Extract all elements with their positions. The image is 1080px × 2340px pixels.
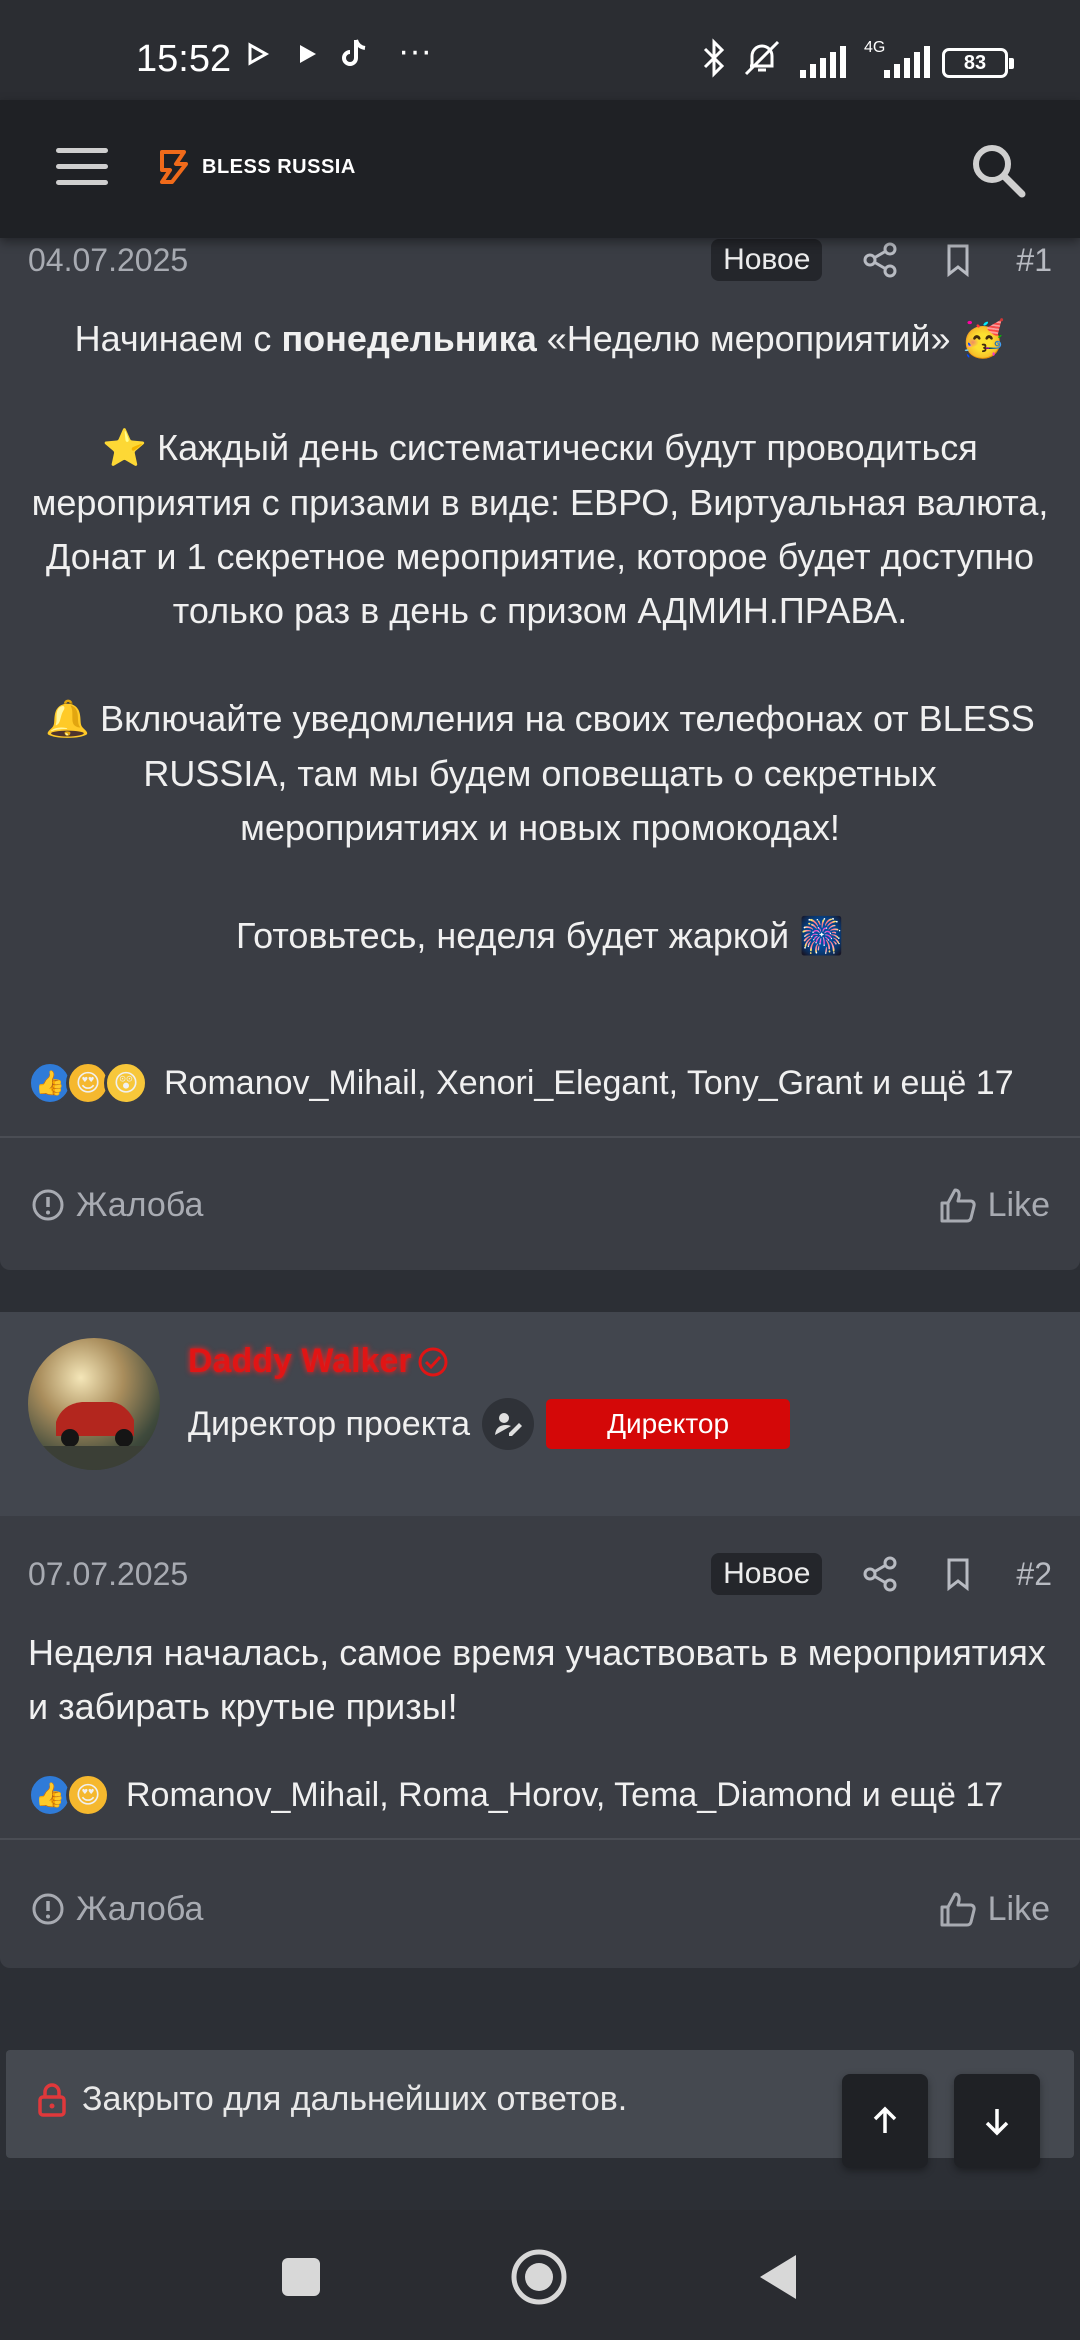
recents-icon[interactable] bbox=[280, 2256, 322, 2303]
post-text: Начинаем с bbox=[74, 318, 282, 359]
status-bar: 15:52 ··· 4G 83 bbox=[0, 0, 1080, 100]
like-label: Like bbox=[987, 1185, 1050, 1224]
bell-emoji: 🔔 bbox=[45, 699, 91, 740]
post-date[interactable]: 07.07.2025 bbox=[28, 1556, 188, 1593]
party-face-emoji: 🥳 bbox=[960, 319, 1006, 360]
report-button[interactable]: Жалоба bbox=[30, 1186, 203, 1225]
more-dots-icon: ··· bbox=[398, 32, 432, 70]
avatar[interactable] bbox=[28, 1338, 160, 1470]
new-badge: Новое bbox=[711, 239, 823, 281]
thread-closed-bar: Закрыто для дальнейших ответов. bbox=[6, 2050, 1074, 2168]
share-icon[interactable] bbox=[860, 240, 900, 280]
tiktok-icon bbox=[338, 36, 372, 75]
reactions-list[interactable]: Romanov_Mihail, Roma_Horov, Tema_Diamond… bbox=[126, 1776, 1003, 1815]
post-paragraph: ⭐ Каждый день систематически будут прово… bbox=[28, 421, 1052, 638]
menu-icon[interactable] bbox=[56, 148, 108, 188]
network-type: 4G bbox=[864, 39, 886, 56]
thread-closed-text: Закрыто для дальнейших ответов. bbox=[82, 2080, 628, 2118]
reactions-list[interactable]: Romanov_Mihail, Xenori_Elegant, Tony_Gra… bbox=[164, 1064, 1014, 1103]
bluetooth-icon bbox=[700, 38, 728, 83]
post-actions: Жалоба Like bbox=[30, 1180, 1050, 1230]
post-actions: Жалоба Like bbox=[30, 1884, 1050, 1934]
thread-closed-notice: Закрыто для дальнейших ответов. bbox=[36, 2080, 627, 2119]
author-block: Daddy Walker Директор проекта Директор bbox=[0, 1312, 1080, 1516]
report-label: Жалоба bbox=[76, 1185, 204, 1224]
post-body: Начинаем с понедельника «Неделю мероприя… bbox=[28, 312, 1052, 964]
author-title-text: Директор проекта bbox=[188, 1404, 471, 1443]
report-label: Жалоба bbox=[76, 1889, 204, 1928]
post-paragraph: Начинаем с понедельника «Неделю мероприя… bbox=[28, 312, 1052, 367]
divider bbox=[0, 1838, 1080, 1840]
reactions-row[interactable]: 👍 😍 😲 Romanov_Mihail, Xenori_Elegant, To… bbox=[28, 1058, 1060, 1108]
scroll-up-button[interactable] bbox=[842, 2074, 928, 2168]
bookmark-icon[interactable] bbox=[938, 240, 978, 280]
thumbs-up-icon bbox=[940, 1188, 976, 1223]
report-icon bbox=[32, 1893, 64, 1925]
fireworks-emoji: 🎆 bbox=[799, 916, 844, 957]
battery-icon: 83 bbox=[942, 48, 1014, 78]
signal-icon bbox=[884, 44, 930, 78]
love-reaction-icon: 😍 bbox=[66, 1773, 110, 1817]
post-number[interactable]: #2 bbox=[1016, 1556, 1052, 1593]
scroll-down-button[interactable] bbox=[954, 2074, 1040, 2168]
divider bbox=[0, 1136, 1080, 1138]
bookmark-icon[interactable] bbox=[938, 1554, 978, 1594]
like-button[interactable]: Like bbox=[938, 1185, 1050, 1225]
reactions-row[interactable]: 👍 😍 Romanov_Mihail, Roma_Horov, Tema_Dia… bbox=[28, 1770, 1060, 1820]
author-name[interactable]: Daddy Walker bbox=[188, 1342, 450, 1381]
post-text: «Неделю мероприятий» bbox=[536, 318, 961, 359]
post-date[interactable]: 04.07.2025 bbox=[28, 242, 188, 279]
wow-reaction-icon: 😲 bbox=[104, 1061, 148, 1105]
site-logo[interactable]: BLESS RUSSIA bbox=[158, 148, 356, 186]
author-title: Директор проекта Директор bbox=[188, 1398, 791, 1450]
mute-icon bbox=[742, 38, 782, 83]
user-edit-icon bbox=[482, 1398, 535, 1450]
logo-text: BLESS RUSSIA bbox=[202, 155, 356, 178]
arrow-up-icon bbox=[873, 2106, 897, 2133]
post-text: Готовьтесь, неделя будет жаркой bbox=[236, 915, 800, 956]
arrow-down-icon bbox=[985, 2109, 1009, 2136]
like-label: Like bbox=[987, 1889, 1050, 1928]
search-icon[interactable] bbox=[968, 140, 1028, 200]
play-icon bbox=[244, 40, 270, 72]
lock-icon bbox=[38, 2082, 66, 2117]
play-icon bbox=[294, 40, 320, 72]
verified-icon bbox=[418, 1347, 448, 1376]
status-time: 15:52 bbox=[136, 38, 232, 80]
signal-icon bbox=[800, 44, 846, 78]
new-badge: Новое bbox=[711, 1553, 823, 1595]
thumbs-up-icon bbox=[940, 1892, 976, 1927]
home-icon[interactable] bbox=[510, 2248, 568, 2311]
post-text-bold: понедельника bbox=[281, 318, 537, 359]
share-icon[interactable] bbox=[860, 1554, 900, 1594]
role-badge: Директор bbox=[546, 1399, 791, 1449]
post-body: Неделя началась, самое время участвовать… bbox=[28, 1632, 1046, 1727]
system-nav-bar bbox=[0, 2210, 1080, 2340]
back-icon[interactable] bbox=[756, 2252, 800, 2307]
star-emoji: ⭐ bbox=[102, 428, 148, 469]
logo-mark-icon bbox=[158, 148, 194, 186]
post-meta: 07.07.2025 Новое #2 bbox=[28, 1550, 1052, 1598]
report-icon bbox=[32, 1189, 64, 1221]
report-button[interactable]: Жалоба bbox=[30, 1890, 203, 1929]
post-number[interactable]: #1 bbox=[1016, 242, 1052, 279]
app-header: BLESS RUSSIA bbox=[0, 100, 1080, 238]
author-name-text: Daddy Walker bbox=[188, 1342, 412, 1380]
post-text: Каждый день систематически будут проводи… bbox=[31, 427, 1049, 631]
post-text: Включайте уведомления на своих телефонах… bbox=[90, 698, 1035, 848]
post-1: 04.07.2025 Новое #1 Начинаем с понедельн… bbox=[0, 236, 1080, 1270]
post-meta: 04.07.2025 Новое #1 bbox=[28, 236, 1052, 284]
post-paragraph: Готовьтесь, неделя будет жаркой 🎆 bbox=[28, 909, 1052, 964]
like-button[interactable]: Like bbox=[938, 1889, 1050, 1929]
post-paragraph: 🔔 Включайте уведомления на своих телефон… bbox=[28, 692, 1052, 855]
